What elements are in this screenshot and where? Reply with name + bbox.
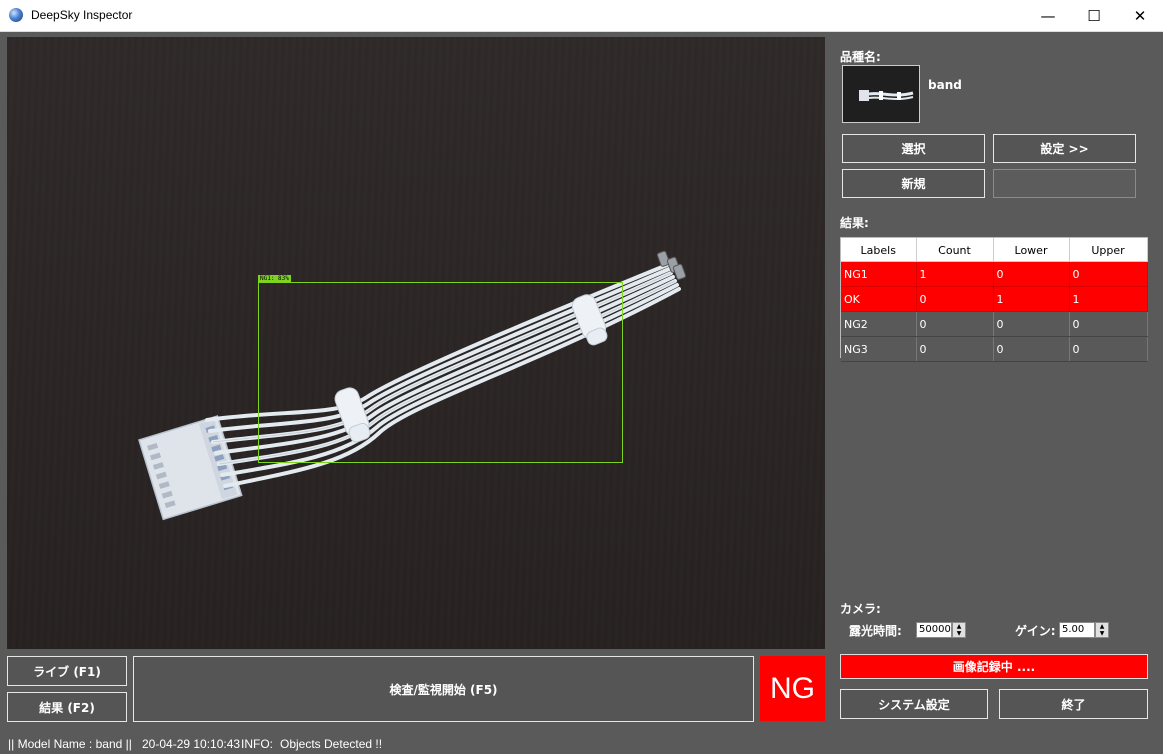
exit-button[interactable]: 終了 xyxy=(999,689,1148,719)
exposure-input[interactable]: 50000 xyxy=(916,622,952,638)
status-info-label: INFO: xyxy=(241,737,273,751)
product-thumbnail-image xyxy=(843,66,919,122)
verdict-indicator: NG xyxy=(760,656,825,721)
col-header-lower[interactable]: Lower xyxy=(993,238,1070,262)
col-header-labels[interactable]: Labels xyxy=(841,238,917,262)
row-label: NG3 xyxy=(841,336,917,362)
window-title: DeepSky Inspector xyxy=(31,8,133,22)
exposure-label: 露光時間: xyxy=(849,624,902,638)
camera-image-view[interactable]: NG1: 83% xyxy=(7,37,825,649)
table-row[interactable]: NG3 0 0 0 xyxy=(841,336,1148,362)
title-bar: DeepSky Inspector — ☐ ✕ xyxy=(0,0,1163,32)
product-name: band xyxy=(928,78,962,92)
row-lower: 1 xyxy=(993,286,1070,312)
row-upper: 0 xyxy=(1069,336,1148,362)
close-button[interactable]: ✕ xyxy=(1117,0,1163,31)
row-upper: 0 xyxy=(1069,261,1148,287)
results-table: Labels Count Lower Upper NG1 1 0 0 OK 0 … xyxy=(840,237,1148,362)
status-message: Objects Detected !! xyxy=(280,737,383,751)
settings-button[interactable]: 設定 >> xyxy=(993,134,1136,163)
gain-stepper-arrows-icon[interactable]: ▲ ▼ xyxy=(1095,622,1109,638)
new-button[interactable]: 新規 xyxy=(842,169,985,198)
table-row[interactable]: NG1 1 0 0 xyxy=(841,261,1148,287)
gain-input[interactable]: 5.00 xyxy=(1059,622,1095,638)
row-label: NG1 xyxy=(841,261,917,287)
results-section-label: 結果: xyxy=(840,216,869,230)
row-count: 0 xyxy=(916,311,994,337)
results-header-row: Labels Count Lower Upper xyxy=(841,238,1148,262)
row-label: NG2 xyxy=(841,311,917,337)
row-count: 0 xyxy=(916,336,994,362)
start-inspection-button[interactable]: 検査/監視開始 (F5) xyxy=(133,656,754,722)
table-row[interactable]: OK 0 1 1 xyxy=(841,286,1148,312)
product-section-label: 品種名: xyxy=(840,50,881,64)
row-lower: 0 xyxy=(993,336,1070,362)
live-button[interactable]: ライブ (F1) xyxy=(7,656,127,686)
product-thumbnail[interactable] xyxy=(842,65,920,123)
gain-label: ゲイン: xyxy=(1015,624,1056,638)
row-upper: 0 xyxy=(1069,311,1148,337)
app-globe-icon xyxy=(9,8,23,22)
col-header-upper[interactable]: Upper xyxy=(1069,238,1148,262)
camera-section-label: カメラ: xyxy=(840,602,881,616)
recording-indicator: 画像記録中 .... xyxy=(840,654,1148,679)
detection-bounding-box xyxy=(258,282,623,463)
col-header-count[interactable]: Count xyxy=(916,238,994,262)
row-label: OK xyxy=(841,286,917,312)
maximize-button[interactable]: ☐ xyxy=(1071,0,1117,31)
result-button[interactable]: 結果 (F2) xyxy=(7,692,127,722)
select-button[interactable]: 選択 xyxy=(842,134,985,163)
row-upper: 1 xyxy=(1069,286,1148,312)
detection-label: NG1: 83% xyxy=(258,275,291,283)
status-bar: || Model Name : band || 20-04-29 10:10:4… xyxy=(0,732,1163,754)
row-count: 0 xyxy=(916,286,994,312)
status-model: || Model Name : band || xyxy=(8,737,132,751)
row-lower: 0 xyxy=(993,261,1070,287)
blank-disabled-button xyxy=(993,169,1136,198)
status-timestamp: 20-04-29 10:10:43 xyxy=(142,737,241,751)
exposure-stepper-arrows-icon[interactable]: ▲ ▼ xyxy=(952,622,966,638)
row-count: 1 xyxy=(916,261,994,287)
system-settings-button[interactable]: システム設定 xyxy=(840,689,988,719)
row-lower: 0 xyxy=(993,311,1070,337)
table-row[interactable]: NG2 0 0 0 xyxy=(841,311,1148,337)
minimize-button[interactable]: — xyxy=(1025,0,1071,31)
